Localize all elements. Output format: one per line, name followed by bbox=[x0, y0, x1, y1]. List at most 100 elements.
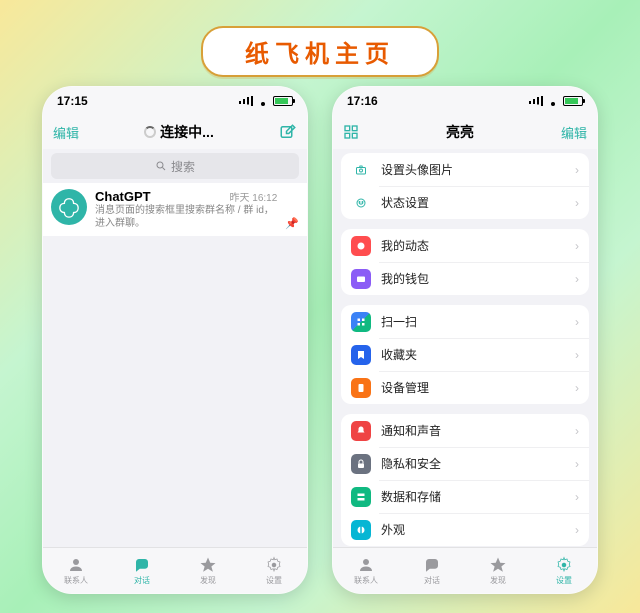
tab-discover[interactable]: 发现 bbox=[175, 548, 241, 593]
settings-row[interactable]: 数据和存储 › bbox=[341, 480, 589, 513]
tab-contacts[interactable]: 联系人 bbox=[333, 548, 399, 593]
banner-title: 纸飞机主页 bbox=[245, 34, 395, 69]
status-bar: 17:16 bbox=[333, 87, 597, 115]
tab-chats[interactable]: 对话 bbox=[109, 548, 175, 593]
chevron-right-icon: › bbox=[575, 315, 579, 329]
nav-title: 连接中... bbox=[144, 122, 214, 142]
discover-icon bbox=[199, 556, 217, 574]
row-label: 设备管理 bbox=[381, 379, 565, 396]
tab-discover[interactable]: 发现 bbox=[465, 548, 531, 593]
settings-icon bbox=[555, 556, 573, 574]
bookmark-icon bbox=[351, 345, 371, 365]
tab-label: 发现 bbox=[490, 575, 506, 586]
search-icon bbox=[155, 160, 167, 172]
settings-row[interactable]: 外观› bbox=[341, 513, 589, 546]
settings-card: 我的动态 › 我的钱包› bbox=[341, 229, 589, 295]
edit-button[interactable]: 编辑 bbox=[561, 123, 587, 142]
settings-row[interactable]: 通知和声音 › bbox=[341, 414, 589, 447]
edit-button[interactable]: 编辑 bbox=[53, 123, 79, 142]
status-indicators bbox=[239, 96, 293, 106]
chevron-right-icon: › bbox=[575, 348, 579, 362]
chevron-right-icon: › bbox=[575, 239, 579, 253]
appearance-icon bbox=[351, 520, 371, 540]
signal-icon bbox=[239, 96, 253, 106]
search-input[interactable]: 搜索 bbox=[51, 153, 299, 179]
search-placeholder: 搜索 bbox=[171, 158, 195, 175]
chat-time: 昨天 16:12 bbox=[229, 189, 277, 204]
status-icon bbox=[351, 193, 371, 213]
nav-bar: 编辑 连接中... bbox=[43, 115, 307, 149]
settings-list[interactable]: 设置头像图片›状态设置›我的动态›我的钱包›扫一扫›收藏夹›设备管理›通知和声音… bbox=[333, 149, 597, 547]
nav-title: 亮亮 bbox=[446, 122, 474, 142]
discover-icon bbox=[489, 556, 507, 574]
moments-icon bbox=[351, 236, 371, 256]
loading-spinner-icon bbox=[144, 126, 156, 138]
chats-icon bbox=[133, 556, 151, 574]
chevron-right-icon: › bbox=[575, 163, 579, 177]
phone-chats: 17:15 编辑 连接中... 搜索 bbox=[42, 86, 308, 594]
settings-row[interactable]: 我的钱包› bbox=[341, 262, 589, 295]
settings-row[interactable]: 扫一扫 › bbox=[341, 305, 589, 338]
row-label: 扫一扫 bbox=[381, 313, 565, 330]
settings-row[interactable]: 设备管理 › bbox=[341, 371, 589, 404]
tab-label: 设置 bbox=[266, 575, 282, 586]
tab-label: 对话 bbox=[424, 575, 440, 586]
wifi-icon bbox=[547, 96, 559, 106]
settings-row[interactable]: 我的动态 › bbox=[341, 229, 589, 262]
status-time: 17:16 bbox=[347, 94, 378, 108]
chat-list: ChatGPT 昨天 16:12 消息页面的搜索框里搜索群名称 / 群 id，进… bbox=[43, 183, 307, 547]
qr-icon[interactable] bbox=[343, 124, 359, 140]
tab-chats[interactable]: 对话 bbox=[399, 548, 465, 593]
storage-icon bbox=[351, 487, 371, 507]
scan-icon bbox=[351, 312, 371, 332]
tab-contacts[interactable]: 联系人 bbox=[43, 548, 109, 593]
bell-icon bbox=[351, 421, 371, 441]
chat-meta: 📌 bbox=[285, 189, 299, 230]
contacts-icon bbox=[67, 556, 85, 574]
settings-icon bbox=[265, 556, 283, 574]
signal-icon bbox=[529, 96, 543, 106]
row-label: 通知和声音 bbox=[381, 422, 565, 439]
chat-row[interactable]: ChatGPT 昨天 16:12 消息页面的搜索框里搜索群名称 / 群 id，进… bbox=[43, 183, 307, 236]
wallet-icon bbox=[351, 269, 371, 289]
chats-icon bbox=[423, 556, 441, 574]
chevron-right-icon: › bbox=[575, 424, 579, 438]
battery-icon bbox=[273, 96, 293, 106]
status-bar: 17:15 bbox=[43, 87, 307, 115]
chevron-right-icon: › bbox=[575, 490, 579, 504]
wifi-icon bbox=[257, 96, 269, 106]
nav-bar: 亮亮 编辑 bbox=[333, 115, 597, 149]
tab-label: 对话 bbox=[134, 575, 150, 586]
settings-row[interactable]: 设置头像图片 › bbox=[341, 153, 589, 186]
camera-icon bbox=[351, 160, 371, 180]
settings-card: 通知和声音›隐私和安全›数据和存储›外观› bbox=[341, 414, 589, 546]
page-banner: 纸飞机主页 bbox=[201, 26, 439, 77]
chevron-right-icon: › bbox=[575, 523, 579, 537]
status-indicators bbox=[529, 96, 583, 106]
settings-row[interactable]: 收藏夹 › bbox=[341, 338, 589, 371]
tab-settings[interactable]: 设置 bbox=[531, 548, 597, 593]
row-label: 数据和存储 bbox=[381, 488, 565, 505]
chevron-right-icon: › bbox=[575, 381, 579, 395]
tab-settings[interactable]: 设置 bbox=[241, 548, 307, 593]
row-label: 我的钱包 bbox=[381, 270, 565, 287]
status-time: 17:15 bbox=[57, 94, 88, 108]
row-label: 收藏夹 bbox=[381, 346, 565, 363]
tab-label: 联系人 bbox=[64, 575, 88, 586]
tab-bar: 联系人 对话 发现 设置 bbox=[43, 547, 307, 593]
row-label: 状态设置 bbox=[381, 194, 565, 211]
pin-icon: 📌 bbox=[285, 217, 299, 230]
nav-title-text: 连接中... bbox=[160, 122, 214, 142]
phone-row: 17:15 编辑 连接中... 搜索 bbox=[0, 86, 640, 594]
tab-bar: 联系人 对话 发现 设置 bbox=[333, 547, 597, 593]
chat-subtitle: 消息页面的搜索框里搜索群名称 / 群 id，进入群聊。 bbox=[95, 204, 277, 230]
settings-row[interactable]: 状态设置› bbox=[341, 186, 589, 219]
compose-icon[interactable] bbox=[279, 123, 297, 141]
row-label: 我的动态 bbox=[381, 237, 565, 254]
row-label: 隐私和安全 bbox=[381, 455, 565, 472]
device-icon bbox=[351, 378, 371, 398]
settings-row[interactable]: 隐私和安全 › bbox=[341, 447, 589, 480]
chevron-right-icon: › bbox=[575, 457, 579, 471]
row-label: 设置头像图片 bbox=[381, 161, 565, 178]
tab-label: 发现 bbox=[200, 575, 216, 586]
